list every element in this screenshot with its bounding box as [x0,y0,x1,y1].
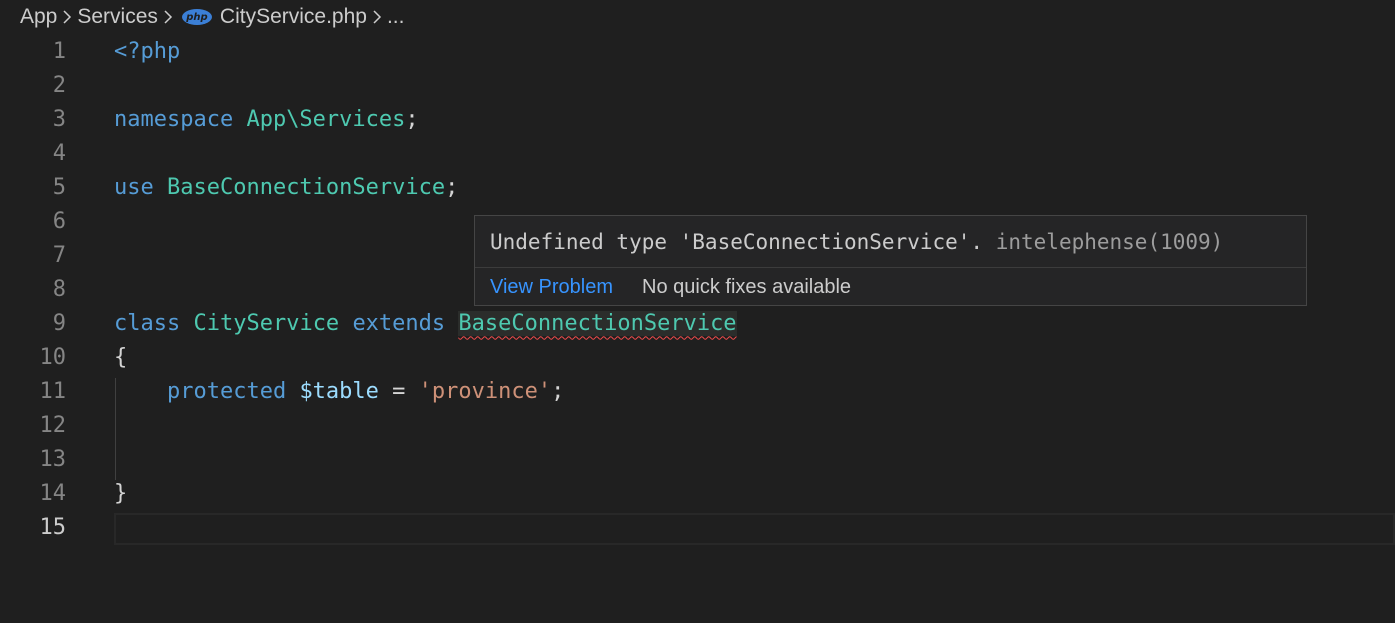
line-number: 2 [52,72,66,98]
code-token: App\Services [246,106,406,132]
code-token: 'province' [418,378,552,404]
chevron-right-icon [367,10,387,24]
line-number: 5 [52,174,66,200]
code-token: ; [445,174,459,200]
line-number: 9 [52,310,66,336]
code-token: CityService [193,310,353,336]
view-problem-link[interactable]: View Problem [490,276,613,299]
code-text[interactable]: <?php [114,39,180,64]
php-file-icon: php [181,9,212,25]
code-token: { [114,344,128,370]
code-token: extends [352,310,459,336]
code-token: protected [166,378,300,404]
code-text[interactable]: } [114,481,127,506]
code-text[interactable]: { [114,345,127,370]
code-line[interactable]: 5 use BaseConnectionService; [0,170,1395,204]
line-number: 10 [39,344,67,370]
code-token: ; [405,106,419,132]
error-token: BaseConnectionService [458,310,737,336]
hover-actions: View Problem No quick fixes available [490,268,851,306]
breadcrumb: App Services php CityService.php ... [0,0,1395,34]
code-line[interactable]: 10 { [0,340,1395,374]
code-text[interactable]: class CityService extends BaseConnection… [114,310,737,336]
code-text[interactable]: protected $table = 'province'; [114,379,564,404]
line-number: 12 [39,412,67,438]
hover-message-text: Undefined type 'BaseConnectionService'. [490,229,996,254]
code-line[interactable]: 12 [0,408,1395,442]
code-token: <?php [114,38,181,64]
line-number: 6 [52,208,66,234]
code-token: ; [551,378,565,404]
code-token: namespace [114,106,247,132]
code-token: BaseConnectionService [166,174,446,200]
line-number: 7 [52,242,66,268]
hover-message: Undefined type 'BaseConnectionService'. … [490,216,1223,267]
line-number: 3 [52,106,66,132]
line-number: 15 [39,514,67,540]
chevron-right-icon [57,10,77,24]
code-token: class [114,310,194,336]
code-token: } [114,480,128,506]
line-number: 13 [39,446,67,472]
code-line[interactable]: 15 [0,510,1395,544]
no-quick-fixes-text: No quick fixes available [642,275,852,298]
line-number: 11 [39,378,67,404]
code-line[interactable]: 2 [0,68,1395,102]
breadcrumb-item-file[interactable]: CityService.php [220,5,367,29]
code-text[interactable]: use BaseConnectionService; [114,175,458,200]
line-number: 4 [52,140,66,166]
code-line[interactable]: 3 namespace App\Services; [0,102,1395,136]
chevron-right-icon [158,10,178,24]
code-token: = [378,378,419,404]
code-line[interactable]: 11 protected $table = 'province'; [0,374,1395,408]
code-line[interactable]: 14} [0,476,1395,510]
code-token: $table [299,378,379,404]
line-number: 14 [39,480,67,506]
code-line[interactable]: 4 [0,136,1395,170]
breadcrumb-item-symbols[interactable]: ... [387,5,405,29]
code-line[interactable]: 13 [0,442,1395,476]
code-line[interactable]: 1 <?php [0,34,1395,68]
code-line[interactable]: 9 class CityService extends BaseConnectio… [0,306,1395,340]
problem-hover-widget: Undefined type 'BaseConnectionService'. … [474,215,1307,306]
line-number: 8 [52,276,66,302]
breadcrumb-item-app[interactable]: App [20,5,57,29]
code-text[interactable]: namespace App\Services; [114,107,419,132]
breadcrumb-item-services[interactable]: Services [77,5,158,29]
code-token: use [114,174,167,200]
hover-source: intelephense(1009) [995,229,1224,254]
line-number: 1 [52,38,66,64]
